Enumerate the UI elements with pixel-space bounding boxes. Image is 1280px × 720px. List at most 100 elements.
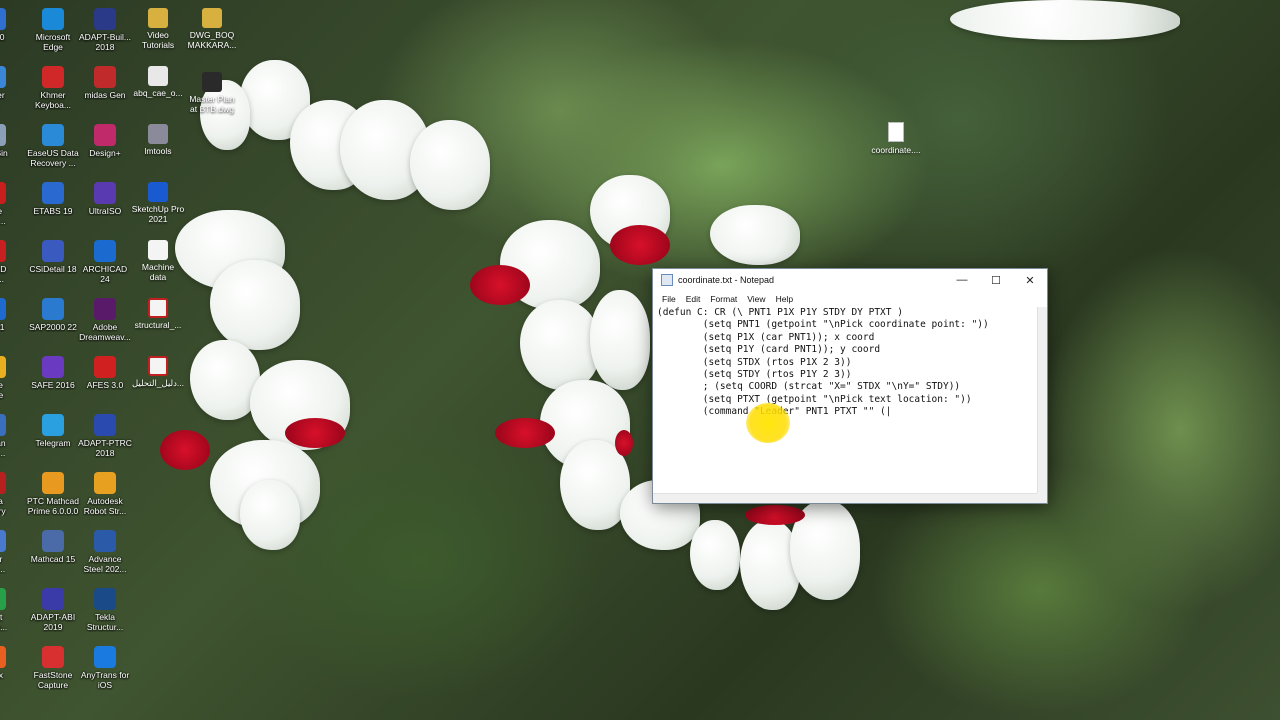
desktop-icon[interactable]: 7730 (0, 4, 24, 60)
app-icon (94, 414, 116, 436)
desktop-icon-label: Telegram (35, 438, 71, 448)
desktop-icon[interactable]: EaseUS Data Recovery ... (24, 120, 82, 176)
desktop-icons: 7730 puter cle Bin obe bat ... oCAD - E... 20… (0, 0, 140, 720)
desktop-icon-label: Master Plan at BTB.dwg (189, 94, 235, 114)
code-line: (setq PTXT (getpoint "\nPick text locati… (657, 393, 972, 405)
desktop-icon[interactable]: UltraISO (76, 178, 134, 234)
desktop-icon[interactable]: AnyTrans for iOS (76, 642, 134, 698)
desktop-icon[interactable]: Khmer Keyboa... (24, 62, 82, 118)
document-icon (148, 240, 168, 260)
desktop-icon-label: Machine data (141, 262, 175, 282)
menu-help[interactable]: Help (771, 294, 798, 304)
desktop-icon-label: Video Tutorials (141, 30, 175, 50)
desktop-icon[interactable]: Telegram (24, 410, 82, 466)
desktop-icon-dwg-boq[interactable]: DWG_BOQ MAKKARA... (182, 8, 242, 50)
desktop-icon-label: gman anc... (0, 438, 6, 458)
desktop-icon-label: SAFE 2016 (31, 380, 75, 390)
code-line: (setq P1X (car PNT1)); x coord (657, 331, 875, 343)
desktop-icon-label: Adobe Dreamweav... (79, 322, 131, 342)
desktop-icon-label: Microsoft Edge (35, 32, 71, 52)
desktop-icon[interactable]: ADAPT-Buil... 2018 (76, 4, 134, 60)
desktop-icon[interactable]: CSiDetail 18 (24, 236, 82, 292)
desktop-icon[interactable]: ADAPT-PTRC 2018 (76, 410, 134, 466)
desktop-icon-coordinate-file[interactable]: coordinate.... (868, 122, 924, 155)
desktop-icon[interactable]: ADAPT-ABI 2019 (24, 584, 82, 640)
desktop-icon-video-tutorials[interactable]: Video Tutorials (128, 8, 188, 50)
desktop-icon[interactable]: cle Bin (0, 120, 24, 176)
desktop-icon[interactable]: ETABS 19 (24, 178, 82, 234)
close-button[interactable]: ✕ (1013, 269, 1047, 291)
vertical-scrollbar[interactable] (1037, 307, 1047, 493)
desktop-icon[interactable]: oCAD - E... (0, 236, 24, 292)
app-icon (0, 124, 6, 146)
flower-petal (710, 205, 800, 265)
red-bloom (745, 505, 805, 525)
desktop-icon[interactable]: ARCHICAD 24 (76, 236, 134, 292)
menu-view[interactable]: View (742, 294, 770, 304)
app-icon (0, 66, 6, 88)
desktop-icon[interactable]: rnet wnlo... (0, 584, 24, 640)
app-icon (42, 588, 64, 610)
flower-petal (210, 260, 300, 350)
desktop-icon[interactable]: Advance Steel 202... (76, 526, 134, 582)
notepad-window[interactable]: coordinate.txt - Notepad — ☐ ✕ File Edit… (652, 268, 1048, 504)
code-line: (setq PNT1 (getpoint "\nPick coordinate … (657, 319, 989, 331)
app-icon (94, 472, 116, 494)
desktop-icon[interactable]: Autodesk Robot Str... (76, 468, 134, 524)
desktop-icon[interactable]: puter (0, 62, 24, 118)
app-icon (0, 588, 6, 610)
menu-file[interactable]: File (657, 294, 681, 304)
desktop-icon-lmtools[interactable]: lmtools (128, 124, 188, 156)
desktop-icon-label: Advance Steel 202... (83, 554, 127, 574)
menu-edit[interactable]: Edit (681, 294, 706, 304)
app-icon (0, 414, 6, 436)
app-icon (0, 8, 6, 30)
desktop-icon[interactable]: gman anc... (0, 410, 24, 466)
maximize-button[interactable]: ☐ (979, 269, 1013, 291)
minimize-button[interactable]: — (945, 269, 979, 291)
desktop-icon[interactable]: mer ish ... (0, 526, 24, 582)
horizontal-scrollbar[interactable] (653, 493, 1037, 503)
desktop-icon[interactable]: SAP2000 22 (24, 294, 82, 350)
desktop-icon[interactable]: Mathcad 15 (24, 526, 82, 582)
desktop-icon[interactable]: midas Gen (76, 62, 134, 118)
resize-grip[interactable] (1037, 493, 1047, 503)
desktop-icon[interactable]: xida onary (0, 468, 24, 524)
desktop-icon[interactable]: Microsoft Edge (24, 4, 82, 60)
desktop-icon[interactable]: Adobe Dreamweav... (76, 294, 134, 350)
folder-icon (148, 8, 168, 28)
desktop-icon-label: DWG_BOQ MAKKARA... (187, 30, 237, 50)
desktop-icon-machine-data[interactable]: Machine data (128, 240, 188, 282)
desktop-icon-label: obe bat ... (0, 206, 6, 226)
desktop-icon-structural[interactable]: structural_... (128, 298, 188, 330)
desktop-icon[interactable]: 2021 (0, 294, 24, 350)
desktop-icon-master-plan[interactable]: Master Plan at BTB.dwg (182, 72, 242, 114)
desktop-icon[interactable]: Tekla Structur... (76, 584, 134, 640)
desktop-icon-abq-cae[interactable]: abq_cae_o... (128, 66, 188, 98)
app-icon (94, 646, 116, 668)
desktop-icon[interactable]: obe bat ... (0, 178, 24, 234)
desktop-icon-label: SAP2000 22 (29, 322, 77, 332)
desktop-icon[interactable]: Design+ (76, 120, 134, 176)
desktop-icon-label: mer ish ... (0, 554, 6, 574)
pdf-icon (148, 356, 168, 376)
pdf-icon (148, 298, 168, 318)
desktop-icon[interactable]: PTC Mathcad Prime 6.0.0.0 (24, 468, 82, 524)
desktop-icon[interactable]: AFES 3.0 (76, 352, 134, 408)
desktop-icon-arabic-pdf[interactable]: دليل_التحليل... (128, 356, 188, 388)
desktop-icon[interactable]: ogle ome (0, 352, 24, 408)
text-editor[interactable]: (defun C: CR (\ PNT1 P1X P1Y STDY DY PTX… (653, 307, 1037, 493)
desktop-icon-label: Design+ (89, 148, 121, 158)
title-bar[interactable]: coordinate.txt - Notepad — ☐ ✕ (653, 269, 1047, 291)
menu-format[interactable]: Format (705, 294, 742, 304)
desktop-icon-label: 2021 (0, 322, 5, 332)
code-line: (defun C: CR (\ PNT1 P1X P1Y STDY DY PTX… (657, 307, 903, 318)
flower-petal (590, 290, 650, 390)
desktop-icon[interactable]: FastStone Capture (24, 642, 82, 698)
desktop-icon[interactable]: efox (0, 642, 24, 698)
notepad-icon (661, 274, 673, 286)
desktop-icon-sketchup[interactable]: SketchUp Pro 2021 (128, 182, 188, 224)
desktop-icon[interactable]: SAFE 2016 (24, 352, 82, 408)
desktop-icon-label: AFES 3.0 (86, 380, 124, 390)
app-icon (94, 8, 116, 30)
